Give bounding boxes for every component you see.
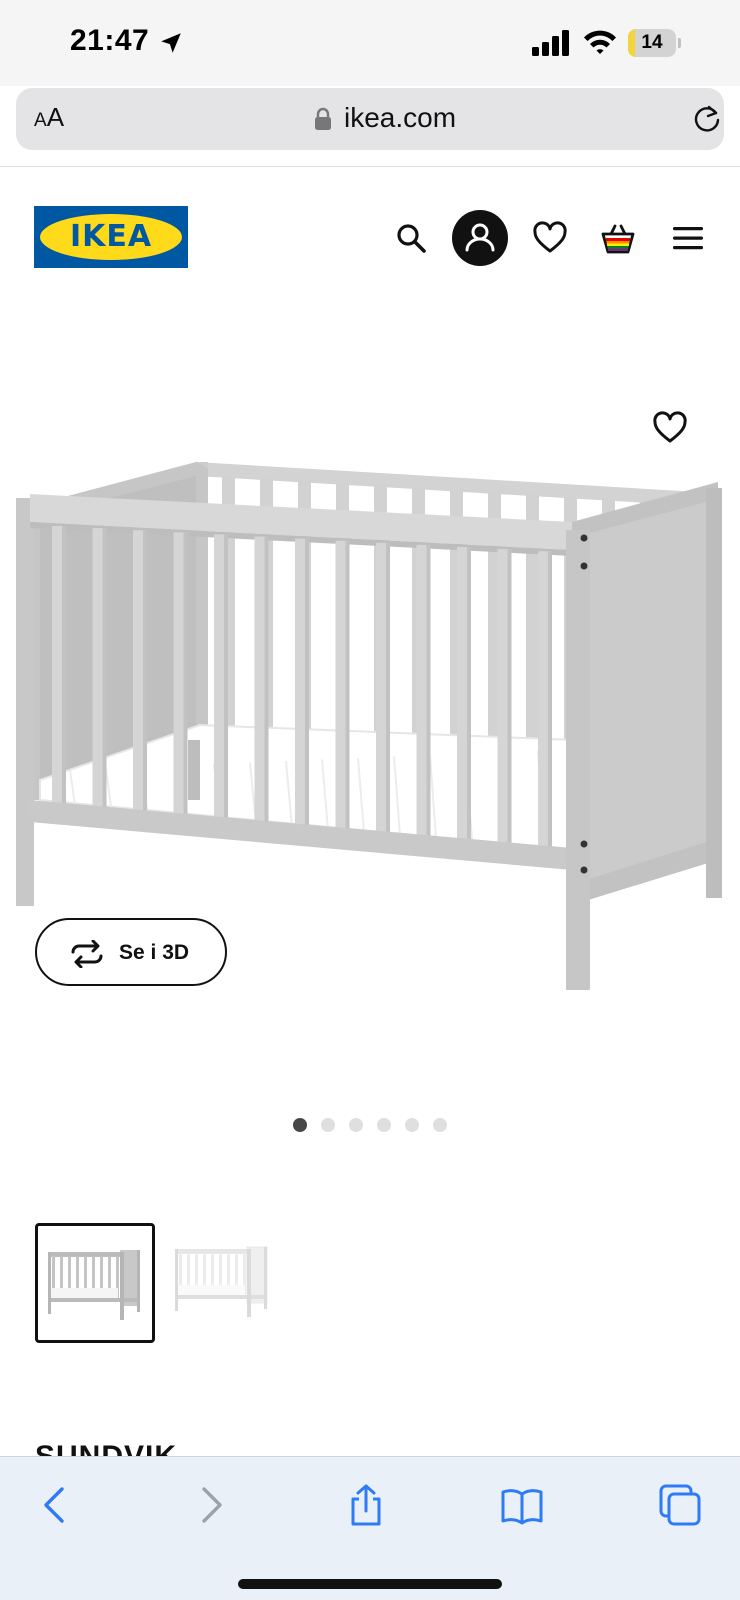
- crib-thumbnail-white: [175, 1246, 268, 1317]
- color-variant-white[interactable]: [165, 1223, 285, 1343]
- logo-text: IKEA: [69, 219, 153, 254]
- wifi-icon: [584, 30, 616, 54]
- search-icon[interactable]: [393, 220, 429, 256]
- lock-icon: [315, 107, 331, 130]
- rotate-3d-icon: [71, 940, 103, 968]
- header-divider: [0, 166, 740, 167]
- bookmarks-icon[interactable]: [500, 1483, 544, 1527]
- hamburger-menu-icon[interactable]: [670, 220, 706, 256]
- share-icon[interactable]: [344, 1483, 388, 1527]
- profile-button[interactable]: [452, 210, 508, 266]
- pagination-dot[interactable]: [433, 1118, 447, 1132]
- crib-thumbnail-grey: [48, 1250, 140, 1320]
- pagination-dot[interactable]: [349, 1118, 363, 1132]
- status-time: 21:47: [70, 24, 150, 57]
- battery-icon: 14: [628, 29, 681, 57]
- back-icon[interactable]: [34, 1483, 78, 1527]
- pagination-dot[interactable]: [377, 1118, 391, 1132]
- shopping-bag-icon[interactable]: [600, 220, 636, 256]
- reload-icon[interactable]: [692, 104, 722, 134]
- home-indicator[interactable]: [238, 1579, 502, 1589]
- gallery-pagination: [293, 1118, 447, 1132]
- view-in-3d-button[interactable]: Se i 3D: [35, 918, 227, 986]
- pagination-dot[interactable]: [293, 1118, 307, 1132]
- battery-level: 14: [641, 32, 663, 53]
- view-in-3d-label: Se i 3D: [119, 941, 190, 964]
- pagination-dot[interactable]: [405, 1118, 419, 1132]
- status-bar: 21:47 14: [0, 0, 740, 86]
- url-text[interactable]: ikea.com: [344, 102, 456, 134]
- ikea-logo[interactable]: IKEA: [34, 206, 188, 268]
- forward-icon[interactable]: [188, 1483, 232, 1527]
- color-variant-grey[interactable]: [35, 1223, 155, 1343]
- cellular-signal-icon: [532, 30, 569, 56]
- heart-icon[interactable]: [532, 220, 568, 256]
- address-bar[interactable]: AA ikea.com: [16, 88, 724, 150]
- profile-icon: [465, 223, 495, 252]
- safari-toolbar: [0, 1456, 740, 1600]
- text-size-button[interactable]: AA: [34, 102, 64, 133]
- save-to-wishlist-icon[interactable]: [652, 410, 688, 446]
- pagination-dot[interactable]: [321, 1118, 335, 1132]
- location-arrow-icon: [161, 33, 181, 53]
- tabs-icon[interactable]: [658, 1483, 702, 1527]
